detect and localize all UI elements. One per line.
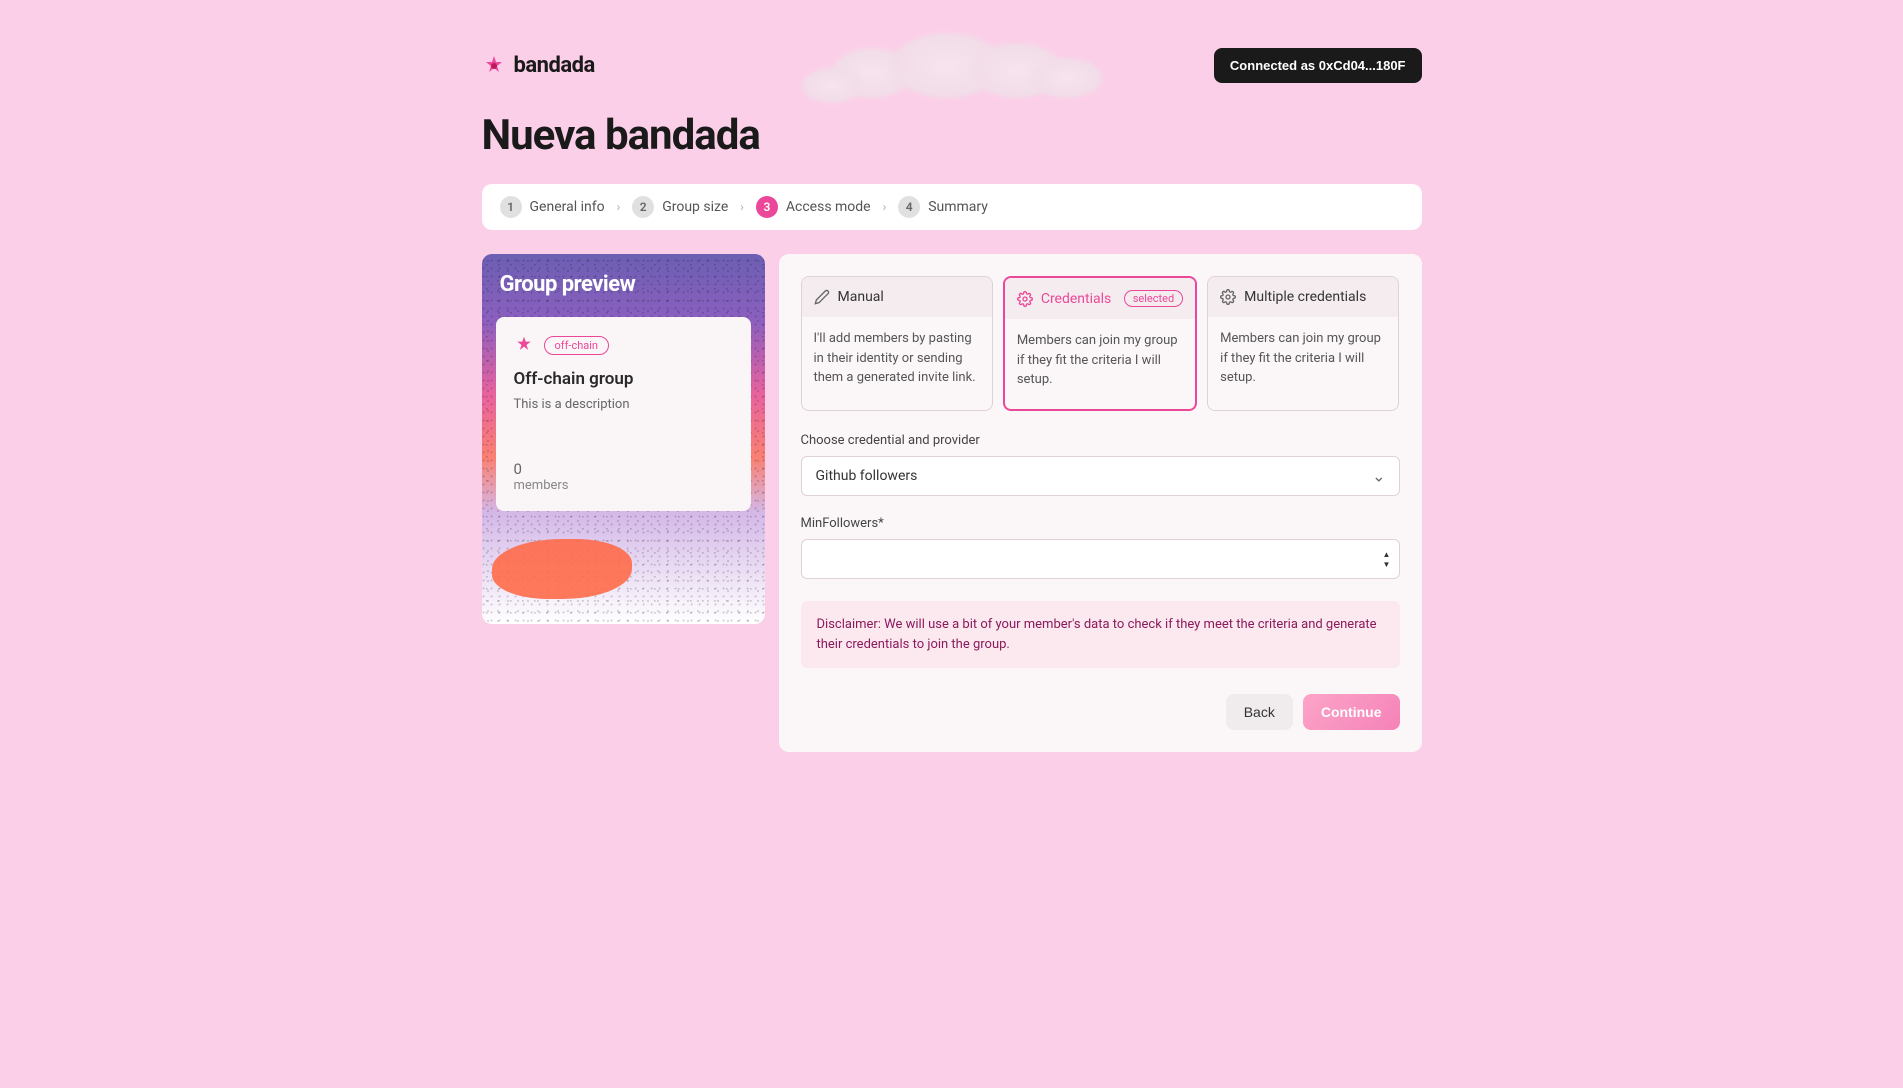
step-number: 2 [632,196,654,218]
steps-breadcrumb: 1 General info › 2 Group size › 3 Access… [482,184,1422,230]
step-label: General info [530,199,605,215]
bandada-logo-icon [514,335,534,355]
access-mode-manual[interactable]: Manual I'll add members by pasting in th… [801,276,993,411]
group-description: This is a description [514,397,733,412]
logo[interactable]: bandada [482,53,595,78]
header: bandada Connected as 0xCd04...180F [482,48,1422,83]
provider-label: Choose credential and provider [801,433,1400,448]
logo-text: bandada [514,53,595,78]
chevron-right-icon: › [883,200,887,214]
members-count: 0 [514,460,733,478]
connected-wallet-button[interactable]: Connected as 0xCd04...180F [1214,48,1422,83]
gear-icon [1220,289,1236,305]
access-mode-description: Members can join my group if they fit th… [1208,317,1398,407]
step-number: 4 [898,196,920,218]
provider-select[interactable]: Github followers [801,456,1400,496]
continue-button[interactable]: Continue [1303,694,1400,730]
access-mode-description: Members can join my group if they fit th… [1005,319,1195,409]
access-mode-label: Manual [838,289,884,305]
stepper-up[interactable]: ▲ [1380,549,1394,559]
disclaimer-text: Disclaimer: We will use a bit of your me… [801,601,1400,668]
bandada-logo-icon [482,54,506,78]
group-name: Off-chain group [514,369,733,389]
step-summary[interactable]: 4 Summary [898,196,988,218]
step-label: Summary [928,199,988,215]
step-number: 1 [500,196,522,218]
page-title: Nueva bandada [482,111,1422,160]
step-general-info[interactable]: 1 General info [500,196,605,218]
step-label: Group size [662,199,728,215]
stepper-down[interactable]: ▼ [1380,559,1394,569]
members-label: members [514,478,733,493]
access-mode-label: Credentials [1041,291,1111,307]
step-label: Access mode [786,199,871,215]
access-mode-credentials[interactable]: Credentials selected Members can join my… [1003,276,1197,411]
min-followers-label: MinFollowers* [801,516,1400,531]
access-mode-label: Multiple credentials [1244,289,1366,305]
preview-card: off-chain Off-chain group This is a desc… [496,317,751,511]
selected-badge: selected [1124,290,1183,307]
access-mode-panel: Manual I'll add members by pasting in th… [779,254,1422,752]
step-access-mode[interactable]: 3 Access mode [756,196,871,218]
gear-icon [1017,291,1033,307]
pencil-icon [814,289,830,305]
group-preview-panel: Group preview off-chain Off-chain group … [482,254,765,624]
min-followers-input[interactable] [801,539,1400,579]
preview-title: Group preview [482,254,765,297]
back-button[interactable]: Back [1226,694,1293,730]
access-mode-multiple-credentials[interactable]: Multiple credentials Members can join my… [1207,276,1399,411]
step-group-size[interactable]: 2 Group size [632,196,728,218]
access-mode-description: I'll add members by pasting in their ide… [802,317,992,407]
chain-badge: off-chain [544,336,610,355]
step-number: 3 [756,196,778,218]
chevron-right-icon: › [740,200,744,214]
chevron-right-icon: › [617,200,621,214]
